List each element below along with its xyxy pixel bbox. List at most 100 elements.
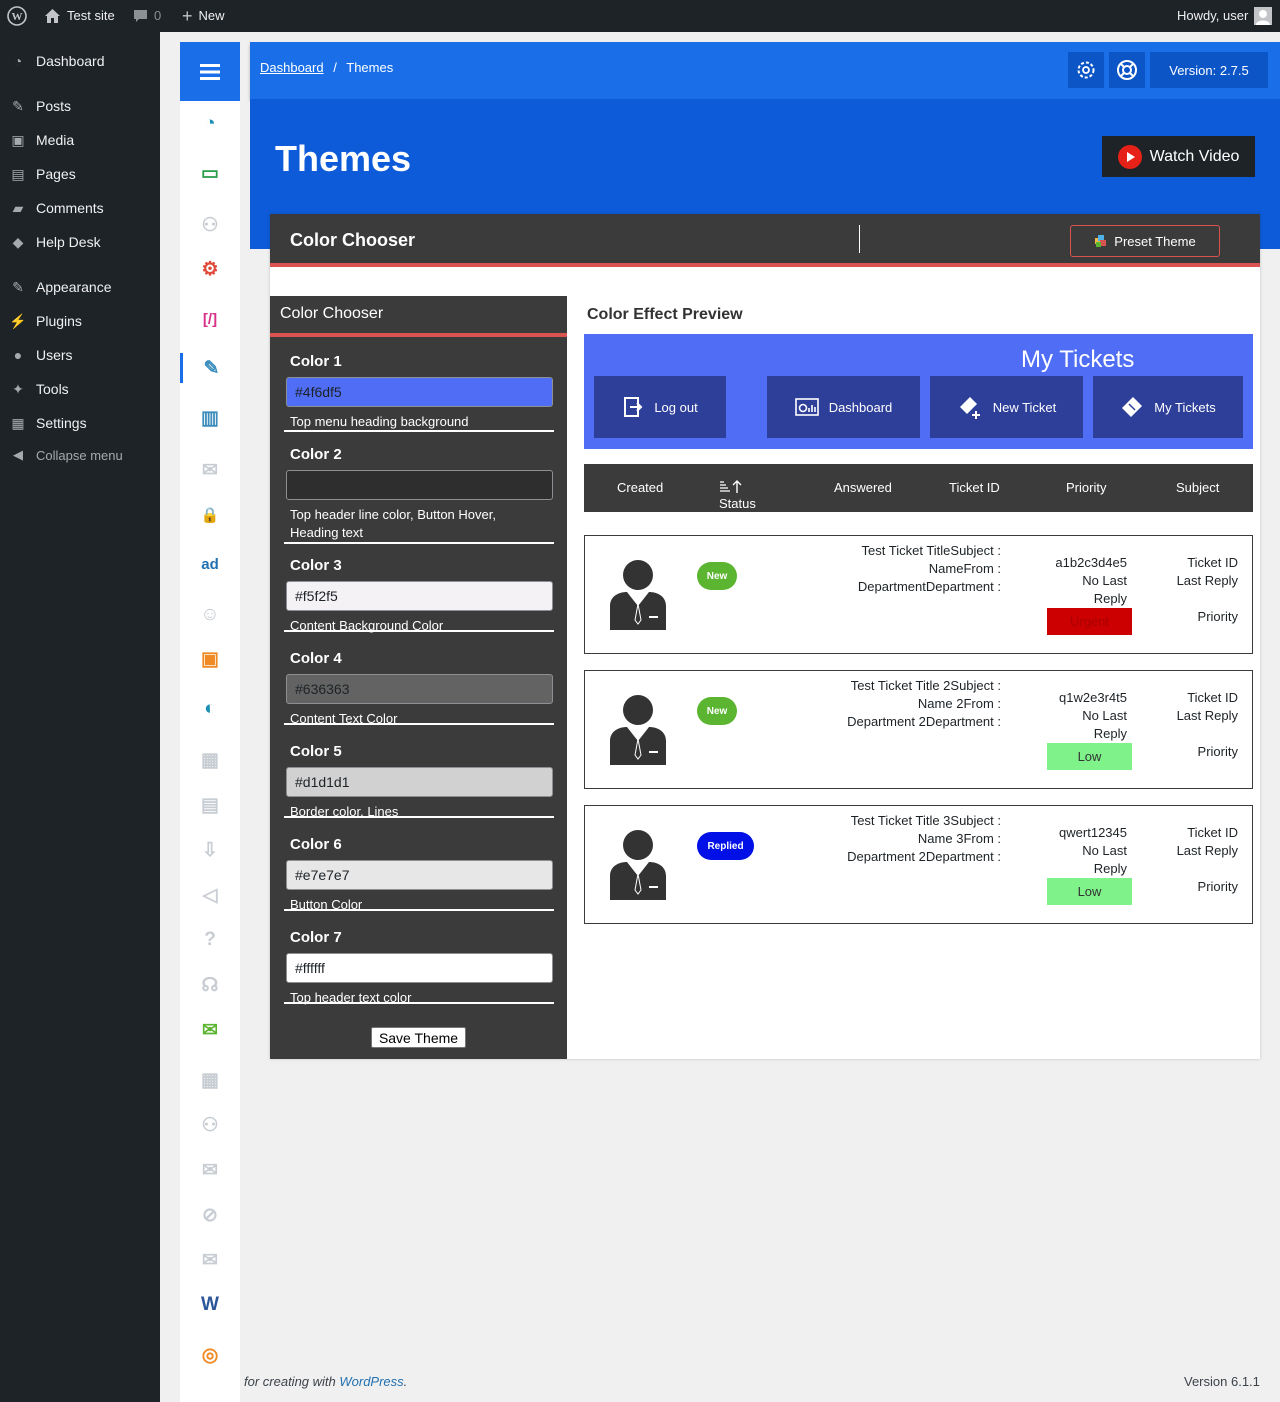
help-button[interactable] (1109, 52, 1145, 88)
preview-new-ticket-label: New Ticket (992, 399, 1057, 415)
breadcrumb-current: Themes (346, 60, 394, 75)
envelope-icon[interactable]: ✉ (180, 1155, 240, 1185)
ticket-icon[interactable]: ▭ (180, 158, 240, 188)
mail-open-icon[interactable]: ✉ (180, 1015, 240, 1045)
color-description: Content Background Color (290, 618, 444, 633)
watch-video-button[interactable]: Watch Video (1102, 136, 1255, 177)
preset-theme-button[interactable]: Preset Theme (1070, 225, 1220, 257)
abacus-icon[interactable]: ▦ (180, 745, 240, 775)
preview-my-tickets-button[interactable]: My Tickets (1093, 376, 1243, 438)
color-input[interactable]: #ffffff (286, 953, 553, 983)
status-badge: New (697, 697, 737, 725)
wordpress-link[interactable]: WordPress (339, 1374, 403, 1389)
preview-ticket-row[interactable]: New Test Ticket TitleSubject : NameFrom : D… (584, 535, 1253, 654)
col-created[interactable]: Created (617, 480, 663, 495)
ticket-id-value: qwert12345 (1059, 825, 1127, 840)
email-template-icon[interactable]: ✉ (180, 455, 240, 485)
users-icon[interactable]: ⚇ (180, 210, 240, 240)
color-label: Color 7 (290, 929, 342, 946)
color-input[interactable]: #636363 (286, 674, 553, 704)
color-input[interactable]: #f5f2f5 (286, 581, 553, 611)
ticket-icon (1122, 397, 1143, 417)
plugin-sidebar: ◔ ▭ ⚇ ⚙ [/] ✎ ▥ ✉ 🔒 ad ☺ ▣ ◐ ▦ ▤ ⇩ ◁? ☊ ✉ ▦ ⚇ ✉ ⊘ ✉ W ◎ (180, 42, 240, 1402)
color-input[interactable]: #e7e7e7 (286, 860, 553, 890)
color-input[interactable]: #2e2e2e (286, 470, 553, 500)
block-icon[interactable]: ⊘ (180, 1200, 240, 1230)
preview-ticket-row[interactable]: New Test Ticket Title 2Subject : Name 2Fro… (584, 670, 1253, 789)
col-priority[interactable]: Priority (1066, 480, 1106, 495)
col-subject[interactable]: Subject (1176, 480, 1219, 495)
megaphone-icon[interactable]: ◁ (180, 880, 240, 910)
download-icon[interactable]: ⇩ (180, 835, 240, 865)
color-input[interactable]: #4f6df5 (286, 377, 553, 407)
shortcode-icon[interactable]: [/] (180, 304, 240, 334)
col-ticket-id[interactable]: Ticket ID (949, 480, 1000, 495)
ad-icon[interactable]: ad (180, 549, 240, 579)
wp-menu-label: Dashboard (36, 53, 105, 69)
ticket-from-line: Name 2From : (917, 696, 1001, 711)
breadcrumb-dashboard-link[interactable]: Dashboard (260, 60, 324, 75)
preview-logout-label: Log out (654, 399, 698, 415)
new-content-link[interactable]: + New (182, 0, 225, 32)
lifebuoy-icon[interactable]: ◎ (180, 1340, 240, 1370)
preview-ticket-row[interactable]: Replied Test Ticket Title 3Subject : Name … (584, 805, 1253, 924)
smiley-icon[interactable]: ☺ (180, 600, 240, 630)
hamburger-menu-button[interactable] (180, 42, 240, 101)
wp-menu-item-posts[interactable]: ✎ Posts (0, 89, 160, 123)
wp-menu-label: Comments (36, 200, 104, 216)
collapse-menu-button[interactable]: ◀ Collapse menu (0, 438, 160, 472)
document-icon[interactable]: ▤ (180, 790, 240, 820)
preview-dashboard-button[interactable]: Dashboard (767, 376, 920, 438)
reports-chart-icon[interactable]: ▥ (180, 403, 240, 433)
footer-version: Version 6.1.1 (1184, 1374, 1260, 1389)
settings-button[interactable] (1068, 52, 1104, 88)
priority-badge: Low (1047, 878, 1132, 905)
media-icon: ▣ (11, 131, 25, 148)
site-name-link[interactable]: Test site (44, 0, 115, 32)
wp-menu-item-settings[interactable]: ▦ Settings (0, 406, 160, 440)
dashboard-gauge-icon[interactable]: ◔ (180, 109, 240, 139)
wp-menu-item-help-desk[interactable]: ◆ Help Desk (0, 225, 160, 259)
user-edit-icon[interactable]: ⚇ (180, 1110, 240, 1140)
support-agent-icon[interactable]: ☊ (180, 970, 240, 1000)
col-status-label: Status (719, 496, 756, 511)
preview-new-ticket-button[interactable]: New Ticket (930, 376, 1083, 438)
color-input[interactable]: #d1d1d1 (286, 767, 553, 797)
question-icon[interactable]: ? (180, 925, 240, 955)
wp-menu-item-plugins[interactable]: ⚡ Plugins (0, 304, 160, 338)
wp-menu-item-pages[interactable]: ▤ Pages (0, 157, 160, 191)
theme-brush-icon[interactable]: ✎ (180, 353, 240, 383)
ticket-subject-line: Test Ticket TitleSubject : (861, 543, 1001, 558)
page-title: Themes (275, 138, 412, 179)
account-menu[interactable]: Howdy, user (1177, 0, 1273, 32)
lock-icon[interactable]: 🔒 (180, 500, 240, 530)
preview-logout-button[interactable]: Log out (594, 376, 726, 438)
wordpress-logo-icon[interactable]: W (7, 0, 27, 32)
last-reply-label: Last Reply (1176, 843, 1238, 858)
preview-title: Color Effect Preview (587, 306, 743, 323)
col-status[interactable]: Status (719, 480, 756, 511)
contrast-icon[interactable]: ◐ (180, 694, 240, 724)
wp-menu-item-dashboard[interactable]: ◔ Dashboard (0, 44, 160, 78)
wp-menu-item-appearance[interactable]: ✎ Appearance (0, 270, 160, 304)
wp-menu-label: Media (36, 132, 75, 148)
spreadsheet-icon[interactable]: ▦ (180, 1065, 240, 1095)
comments-link[interactable]: 0 (133, 0, 161, 32)
save-theme-button[interactable]: Save Theme (371, 1027, 466, 1048)
wp-menu-item-tools[interactable]: ✦ Tools (0, 372, 160, 406)
user-icon: ● (13, 347, 23, 363)
brush-icon: ✎ (12, 278, 24, 295)
mail-open-outline-icon[interactable]: ✉ (180, 1245, 240, 1275)
agent-card-icon[interactable]: ▣ (180, 644, 240, 674)
settings-gear-icon[interactable]: ⚙ (180, 254, 240, 284)
wp-menu-item-media[interactable]: ▣ Media (0, 123, 160, 157)
preview-menu-bar: My Tickets Log out Dashboard New Ticket … (584, 334, 1253, 449)
wp-menu-item-users[interactable]: ● Users (0, 338, 160, 372)
ticket-department-line: Department 2Department : (847, 849, 1001, 864)
pin-icon: ✎ (12, 97, 24, 114)
word-doc-icon[interactable]: W (180, 1290, 240, 1320)
col-answered[interactable]: Answered (834, 480, 892, 495)
wp-menu-item-comments[interactable]: ▰ Comments (0, 191, 160, 225)
color-label: Color 5 (290, 743, 342, 760)
divider (284, 723, 554, 725)
